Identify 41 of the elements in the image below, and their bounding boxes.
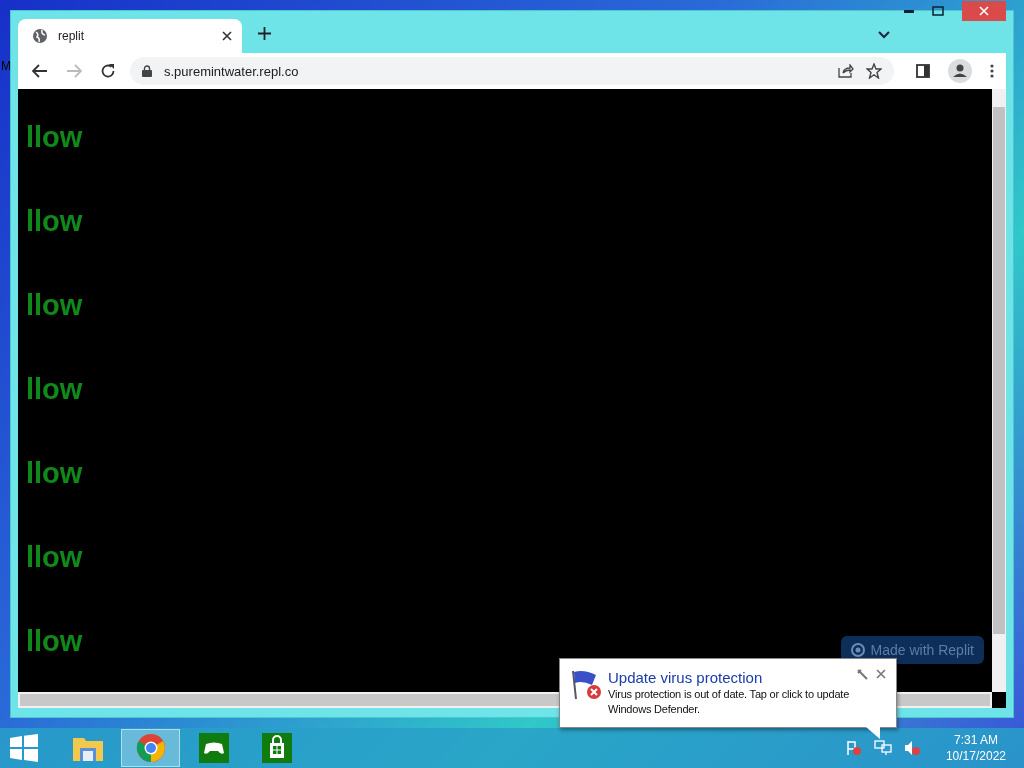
reload-icon[interactable] xyxy=(100,63,116,79)
speaker-muted-icon[interactable] xyxy=(903,740,920,756)
replit-logo-icon xyxy=(850,643,865,657)
flag-error-icon xyxy=(570,669,604,701)
flag-error-icon[interactable] xyxy=(845,740,862,756)
desktop-icon-label: M xyxy=(1,59,11,73)
page-text: llow xyxy=(26,456,83,491)
minimize-icon[interactable] xyxy=(904,9,914,13)
page-text: llow xyxy=(26,372,83,407)
popup-pointer xyxy=(866,727,880,739)
windows-logo-icon[interactable] xyxy=(10,734,38,762)
close-icon xyxy=(979,6,989,16)
wrench-icon[interactable] xyxy=(857,669,868,680)
notification-popup[interactable]: Update virus protection Virus protection is out of date. Tap or click to update Windows Defender. xyxy=(559,658,897,728)
back-arrow-icon[interactable] xyxy=(32,64,48,78)
new-tab-icon[interactable] xyxy=(258,26,271,40)
network-icon[interactable] xyxy=(873,740,892,756)
side-panel-icon[interactable] xyxy=(916,64,930,78)
address-bar[interactable]: s.puremintwater.repl.co xyxy=(130,57,894,85)
maximize-icon[interactable] xyxy=(932,6,944,16)
browser-tab[interactable]: replit xyxy=(18,19,242,53)
taskbar-app[interactable] xyxy=(121,729,180,767)
notification-message: Virus protection is out of date. Tap or click to update Windows Defender. xyxy=(608,687,851,717)
close-icon[interactable] xyxy=(222,31,232,41)
page-text: llow xyxy=(26,624,83,659)
menu-icon[interactable] xyxy=(990,64,994,78)
chevron-down-icon[interactable] xyxy=(878,31,890,39)
vertical-scrollbar[interactable] xyxy=(992,89,1006,692)
lock-icon xyxy=(142,65,152,77)
page-text: llow xyxy=(26,120,83,155)
star-icon[interactable] xyxy=(866,63,882,79)
gamepad-tile-icon xyxy=(198,733,229,763)
page-text: llow xyxy=(26,204,83,239)
page-text: llow xyxy=(26,288,83,323)
chrome-icon xyxy=(135,733,166,763)
profile-icon[interactable] xyxy=(948,59,972,83)
page-text: llow xyxy=(26,540,83,575)
globe-icon xyxy=(32,28,48,44)
shopping-bag-tile-icon xyxy=(261,733,292,763)
share-icon[interactable] xyxy=(838,64,854,78)
notification-title: Update virus protection xyxy=(608,669,763,687)
